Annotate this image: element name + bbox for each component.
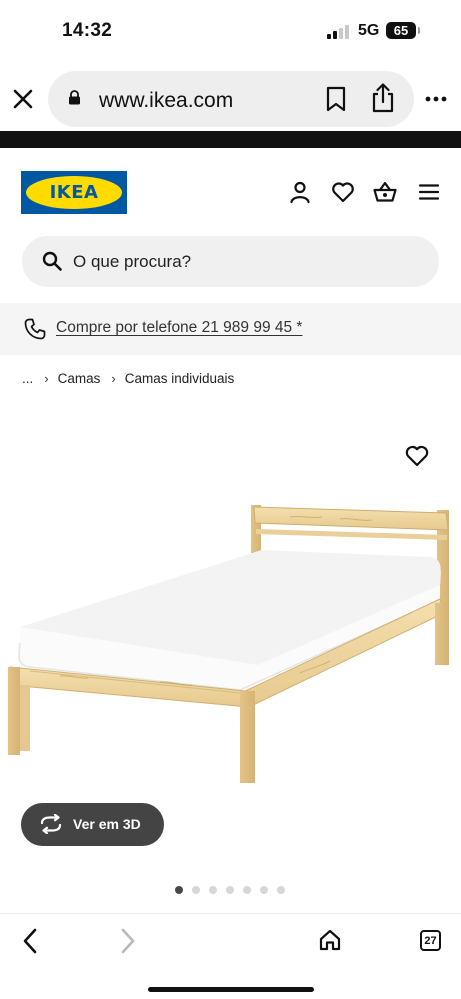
- status-bar: 14:32 5G 65: [0, 0, 461, 64]
- close-icon[interactable]: [12, 88, 34, 110]
- back-arrow-icon[interactable]: [20, 927, 40, 955]
- breadcrumb-ellipsis[interactable]: ...: [22, 371, 33, 386]
- phone-icon: [24, 318, 46, 340]
- more-options-icon[interactable]: [425, 96, 447, 102]
- view-in-3d-label: Ver em 3D: [73, 816, 141, 832]
- search-input[interactable]: O que procura?: [22, 236, 439, 287]
- gallery-dot[interactable]: [175, 886, 183, 894]
- ikea-logo[interactable]: IKEA: [21, 171, 127, 214]
- gallery-dot[interactable]: [192, 886, 200, 894]
- gallery-dot[interactable]: [260, 886, 268, 894]
- add-to-favourites-icon[interactable]: [405, 445, 429, 467]
- gallery-pagination: [175, 886, 285, 895]
- gallery-dot[interactable]: [226, 886, 234, 894]
- phone-order-link[interactable]: Compre por telefone 21 989 99 45 *: [56, 319, 302, 337]
- breadcrumb-item-camas[interactable]: Camas: [58, 371, 101, 386]
- heart-icon[interactable]: [331, 180, 355, 204]
- chevron-right-icon: ›: [44, 370, 49, 386]
- basket-icon[interactable]: [373, 180, 397, 204]
- gallery-dot[interactable]: [277, 886, 285, 894]
- phone-banner: Compre por telefone 21 989 99 45 *: [0, 303, 461, 355]
- home-indicator: [148, 987, 314, 992]
- battery-cap: [418, 27, 420, 34]
- breadcrumb: ... › Camas › Camas individuais: [22, 369, 234, 387]
- url-text[interactable]: www.ikea.com: [99, 89, 233, 113]
- search-placeholder: O que procura?: [73, 252, 192, 271]
- address-bar[interactable]: www.ikea.com: [48, 71, 414, 127]
- battery-level: 65: [393, 23, 409, 38]
- logo-text: IKEA: [49, 182, 99, 203]
- menu-icon[interactable]: [417, 180, 441, 204]
- breadcrumb-item-camas-individuais[interactable]: Camas individuais: [125, 371, 235, 386]
- signal-icon: [327, 25, 351, 39]
- network-type: 5G: [358, 22, 380, 39]
- page-top-strip: [0, 131, 461, 148]
- browser-bar: www.ikea.com: [0, 66, 461, 130]
- rotate-3d-icon: [40, 814, 62, 834]
- battery-icon: 65: [386, 22, 416, 39]
- bookmark-icon[interactable]: [324, 86, 348, 112]
- home-icon[interactable]: [318, 928, 342, 952]
- share-icon[interactable]: [370, 83, 396, 113]
- gallery-dot[interactable]: [243, 886, 251, 894]
- product-image: [8, 505, 449, 783]
- lock-icon: [69, 90, 80, 105]
- search-icon: [42, 251, 62, 271]
- chevron-right-icon: ›: [111, 370, 116, 386]
- tabs-button[interactable]: 27: [420, 930, 441, 951]
- gallery-dot[interactable]: [209, 886, 217, 894]
- user-icon[interactable]: [288, 180, 312, 204]
- status-time: 14:32: [62, 20, 113, 41]
- view-in-3d-button[interactable]: Ver em 3D: [21, 803, 164, 846]
- browser-toolbar: 27: [0, 913, 461, 999]
- forward-arrow-icon[interactable]: [118, 927, 138, 955]
